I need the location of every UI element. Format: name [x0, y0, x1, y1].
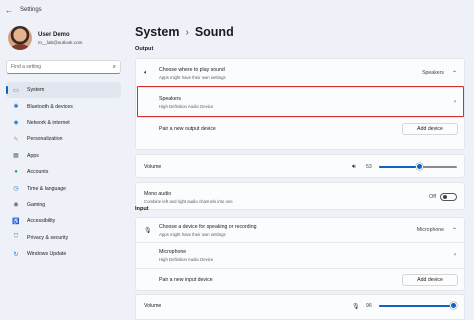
- sidebar: User Demo m__lab@outlook.com Find a sett…: [0, 20, 124, 320]
- output-selected-value: Speakers: [422, 70, 444, 76]
- choose-output-row[interactable]: 🔈︎ Choose where to play sound Apps might…: [136, 59, 466, 87]
- add-input-device-button[interactable]: Add device: [402, 274, 458, 286]
- mono-audio-row: Mono audio Combine left and right audio …: [136, 183, 466, 211]
- input-volume-row: Volume 🎙︎ 96: [136, 295, 466, 317]
- gaming-icon: ◉: [13, 202, 19, 209]
- choose-input-title: Choose a device for speaking or recordin…: [159, 223, 257, 230]
- mono-audio-title: Mono audio: [144, 190, 172, 197]
- chevron-right-icon[interactable]: ›: [454, 252, 456, 258]
- breadcrumb-parent[interactable]: System: [135, 25, 179, 39]
- sidebar-item-bluetooth[interactable]: ✱ Bluetooth & devices: [6, 98, 121, 114]
- network-icon: ◆: [13, 120, 19, 127]
- input-volume-fill: [379, 305, 454, 307]
- main-content: System › Sound Output 🔈︎ Choose where to…: [135, 20, 466, 320]
- output-volume-fill: [379, 166, 420, 168]
- pair-output-label: Pair a new output device: [159, 126, 216, 132]
- speaker-icon: 🔈︎: [144, 69, 148, 76]
- mono-audio-toggle[interactable]: [440, 193, 457, 201]
- output-volume-row: Volume 🔊︎ 53: [136, 155, 466, 179]
- sidebar-item-personalization[interactable]: ✎ Personalization: [6, 131, 121, 147]
- microphone-volume-icon[interactable]: 🎙︎: [352, 303, 360, 310]
- microphone-subtitle: High Definition Audio Device: [159, 256, 214, 262]
- sidebar-item-privacy[interactable]: ⛉ Privacy & security: [6, 230, 121, 246]
- apps-icon: ▦: [13, 153, 19, 160]
- sidebar-item-label: Bluetooth & devices: [27, 103, 73, 110]
- chevron-up-icon[interactable]: ⌃: [452, 70, 457, 77]
- sidebar-item-label: Network & internet: [27, 119, 70, 126]
- volume-icon[interactable]: 🔊︎: [352, 164, 356, 171]
- output-volume-thumb[interactable]: [416, 163, 423, 170]
- sidebar-item-label: Personalization: [27, 136, 63, 143]
- mono-audio-card: Mono audio Combine left and right audio …: [135, 182, 465, 210]
- microphone-icon: 🎙︎: [144, 227, 152, 234]
- output-volume-value: 53: [366, 164, 372, 170]
- output-section-label: Output: [135, 46, 154, 52]
- user-name: User Demo: [38, 31, 70, 38]
- back-arrow-icon[interactable]: ←: [0, 6, 18, 15]
- title-bar: ← Settings: [0, 0, 474, 20]
- input-device-card: 🎙︎ Choose a device for speaking or recor…: [135, 217, 466, 291]
- avatar: [8, 26, 32, 50]
- microphone-title: Microphone: [159, 248, 187, 255]
- choose-input-subtitle: Apps might have their own settings: [159, 231, 226, 237]
- accounts-icon: ●: [14, 169, 18, 176]
- user-profile[interactable]: User Demo m__lab@outlook.com: [8, 26, 83, 50]
- system-icon: ▭: [13, 87, 19, 94]
- sidebar-item-network[interactable]: ◆ Network & internet: [6, 115, 121, 131]
- input-volume-label: Volume: [144, 303, 162, 309]
- sidebar-item-windows-update[interactable]: ↻ Windows Update: [6, 246, 121, 262]
- choose-input-row[interactable]: 🎙︎ Choose a device for speaking or recor…: [136, 218, 466, 242]
- output-volume-card: Volume 🔊︎ 53: [135, 154, 465, 178]
- search-input[interactable]: Find a setting ⌕: [6, 60, 121, 74]
- microphone-device-row[interactable]: Microphone High Definition Audio Device …: [136, 243, 466, 267]
- breadcrumb-current: Sound: [194, 25, 234, 39]
- input-volume-thumb[interactable]: [450, 302, 457, 309]
- sidebar-item-label: Accessibility: [27, 218, 56, 225]
- pair-input-row: Pair a new input device Add device: [136, 269, 466, 291]
- window-title: Settings: [20, 7, 42, 13]
- sidebar-item-gaming[interactable]: ◉ Gaming: [6, 197, 121, 213]
- search-placeholder: Find a setting: [11, 64, 42, 70]
- sidebar-item-apps[interactable]: ▦ Apps: [6, 148, 121, 164]
- update-icon: ↻: [13, 251, 19, 258]
- search-icon[interactable]: ⌕: [113, 64, 116, 71]
- sidebar-item-label: System: [27, 87, 45, 94]
- sidebar-item-label: Windows Update: [27, 251, 67, 258]
- pair-output-row: Pair a new output device Add device: [136, 118, 466, 140]
- pair-input-label: Pair a new input device: [159, 277, 213, 283]
- sidebar-item-accounts[interactable]: ● Accounts: [6, 164, 121, 180]
- input-selected-value: Microphone: [416, 227, 444, 233]
- choose-output-subtitle: Apps might have their own settings: [159, 74, 226, 80]
- chevron-up-icon[interactable]: ⌃: [452, 227, 457, 234]
- mono-audio-state: Off: [429, 194, 436, 200]
- input-section-label: Input: [135, 206, 149, 212]
- sidebar-item-label: Gaming: [27, 201, 46, 208]
- bluetooth-icon: ✱: [13, 104, 19, 111]
- input-volume-value: 96: [366, 303, 372, 309]
- choose-output-title: Choose where to play sound: [159, 66, 225, 73]
- sidebar-item-label: Accounts: [27, 169, 49, 176]
- sidebar-item-label: Apps: [27, 152, 39, 159]
- sidebar-nav: ▭ System ✱ Bluetooth & devices ◆ Network…: [6, 82, 121, 262]
- output-device-card: 🔈︎ Choose where to play sound Apps might…: [135, 58, 466, 150]
- input-volume-card: Volume 🎙︎ 96: [135, 294, 465, 320]
- sidebar-item-system[interactable]: ▭ System: [6, 82, 121, 99]
- brush-icon: ✎: [13, 136, 19, 143]
- shield-icon: ⛉: [13, 234, 19, 241]
- output-volume-label: Volume: [144, 164, 162, 170]
- mono-audio-subtitle: Combine left and right audio channels in…: [144, 198, 233, 204]
- sidebar-item-label: Privacy & security: [27, 234, 69, 241]
- accessibility-icon: ♿: [12, 218, 20, 225]
- sidebar-item-time-language[interactable]: ◷ Time & language: [6, 180, 121, 196]
- time-language-icon: ◷: [13, 186, 19, 193]
- sidebar-item-label: Time & language: [27, 185, 67, 192]
- sidebar-item-accessibility[interactable]: ♿ Accessibility: [6, 213, 121, 229]
- add-output-device-button[interactable]: Add device: [402, 123, 458, 135]
- user-email: m__lab@outlook.com: [38, 39, 83, 45]
- breadcrumb: System › Sound: [135, 22, 465, 42]
- selection-highlight: [137, 86, 464, 117]
- breadcrumb-separator: ›: [185, 26, 189, 38]
